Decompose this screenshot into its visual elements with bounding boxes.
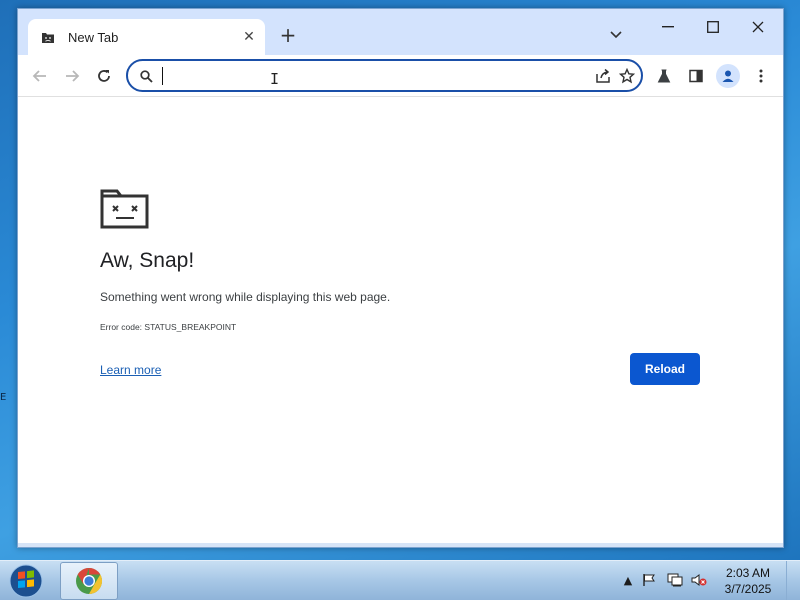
kebab-menu-icon[interactable] (751, 66, 771, 86)
error-title: Aw, Snap! (100, 249, 195, 272)
clock-date: 3/7/2025 (724, 582, 772, 596)
forward-button[interactable] (60, 64, 84, 88)
volume-muted-icon[interactable] (691, 572, 707, 588)
clock-time: 2:03 AM (725, 566, 771, 580)
show-desktop-button[interactable] (786, 561, 800, 600)
new-tab-button[interactable]: + (276, 23, 300, 47)
error-code: Error code: STATUS_BREAKPOINT (100, 322, 237, 332)
address-input[interactable] (160, 65, 580, 87)
chrome-logo-icon (76, 567, 103, 595)
labs-flask-icon[interactable] (654, 66, 674, 86)
reload-button[interactable]: Reload (630, 353, 700, 385)
show-hidden-icons-icon[interactable]: ▲ (620, 572, 636, 588)
maximize-button[interactable] (693, 15, 733, 39)
bookmark-star-icon[interactable] (618, 67, 636, 85)
back-button[interactable] (28, 64, 52, 88)
taskbar-chrome-button[interactable] (60, 562, 118, 600)
chevron-down-icon[interactable] (606, 25, 626, 45)
sad-tab-icon (100, 187, 150, 229)
share-icon[interactable] (594, 67, 612, 85)
sad-page-icon (40, 29, 56, 45)
title-bar: New Tab ✕ + (18, 9, 783, 55)
mouse-ibeam-cursor: I (270, 70, 280, 88)
browser-window: New Tab ✕ + Aw, Snap! Something went wro… (17, 8, 784, 548)
start-button[interactable] (6, 562, 46, 600)
text-caret (162, 67, 163, 85)
close-window-button[interactable] (738, 15, 778, 39)
browser-toolbar (18, 55, 783, 97)
side-panel-icon[interactable] (686, 66, 706, 86)
error-message: Something went wrong while displaying th… (100, 290, 391, 304)
error-page: Aw, Snap! Something went wrong while dis… (18, 97, 783, 543)
tab-title: New Tab (68, 29, 119, 45)
learn-more-link[interactable]: Learn more (100, 363, 161, 377)
close-tab-icon[interactable]: ✕ (241, 29, 257, 45)
taskbar: ▲ 2:03 AM 3/7/2025 (0, 560, 800, 600)
action-center-flag-icon[interactable] (641, 572, 657, 588)
network-icon[interactable] (667, 572, 683, 588)
tab-new-tab[interactable]: New Tab ✕ (28, 19, 265, 55)
system-clock[interactable]: 2:03 AM 3/7/2025 (716, 565, 780, 597)
profile-avatar-icon[interactable] (716, 64, 740, 88)
reload-icon[interactable] (92, 64, 116, 88)
minimize-button[interactable] (648, 15, 688, 39)
address-bar[interactable] (126, 59, 643, 92)
search-icon (138, 68, 154, 84)
desktop-edge-glyph: E (0, 392, 7, 403)
